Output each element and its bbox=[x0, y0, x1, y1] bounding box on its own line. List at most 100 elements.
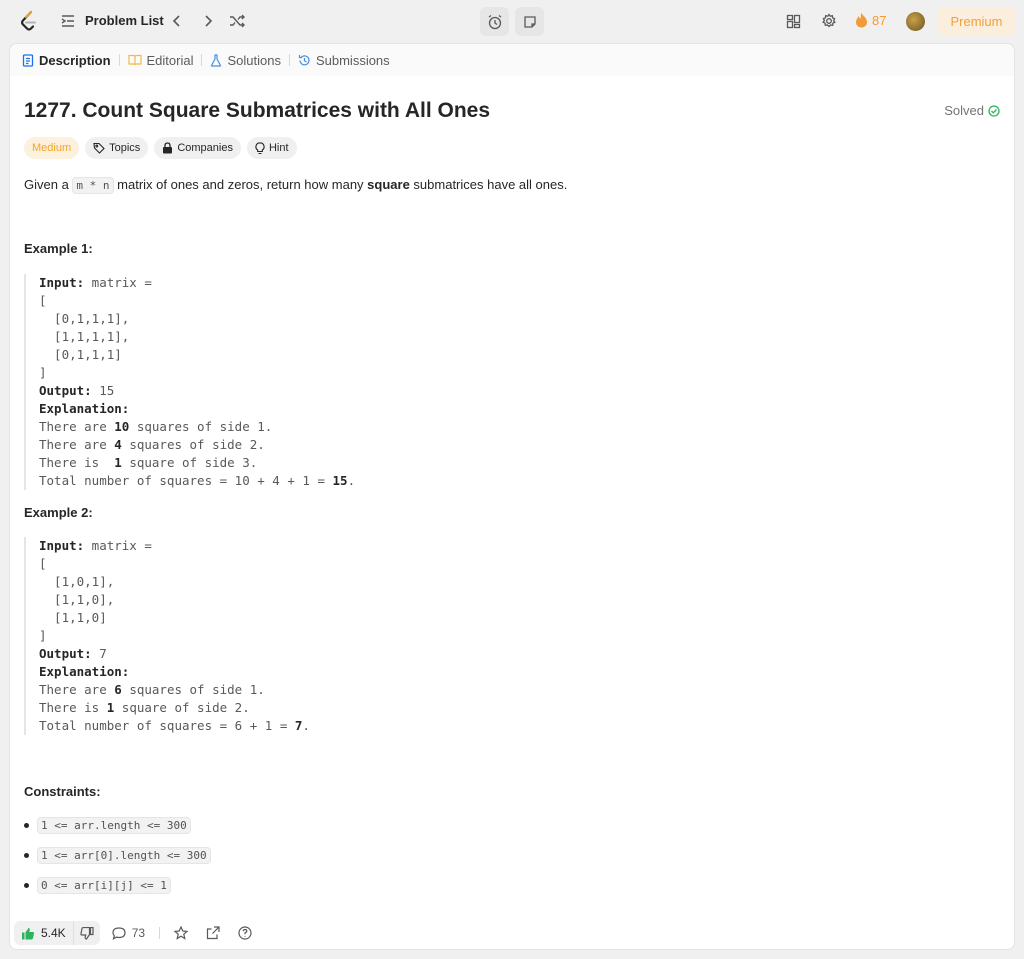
question-circle-icon bbox=[238, 926, 252, 940]
inline-code: m * n bbox=[72, 177, 114, 194]
tab-divider bbox=[201, 54, 203, 66]
tag-icon bbox=[93, 142, 105, 154]
constraint-item: 1 <= arr.length <= 300 bbox=[24, 817, 191, 834]
thumbs-up-icon bbox=[22, 927, 35, 939]
help-button[interactable] bbox=[238, 926, 252, 940]
tab-divider bbox=[118, 54, 120, 66]
solved-status: Solved bbox=[944, 103, 1000, 118]
example-2-heading: Example 2: bbox=[24, 505, 93, 520]
history-icon bbox=[298, 54, 310, 65]
matrix-line: [ bbox=[39, 293, 47, 308]
chevron-left-icon bbox=[172, 15, 180, 27]
explanation-bold: 4 bbox=[114, 437, 122, 452]
shuffle-icon bbox=[230, 14, 245, 28]
topics-tag-label: Topics bbox=[109, 142, 141, 154]
explanation-bold: 1 bbox=[114, 455, 122, 470]
bullet bbox=[24, 823, 29, 828]
random-problem-button[interactable] bbox=[227, 11, 247, 31]
hint-tag-label: Hint bbox=[268, 142, 289, 154]
explanation-text: There is bbox=[39, 455, 115, 470]
favorite-button[interactable] bbox=[174, 926, 189, 940]
tab-solutions[interactable]: Solutions bbox=[210, 44, 281, 76]
tab-solutions-label: Solutions bbox=[227, 52, 281, 68]
vote-group: 5.4K bbox=[14, 921, 100, 945]
chevron-right-icon bbox=[205, 15, 213, 27]
output-value: 7 bbox=[91, 646, 107, 661]
matrix-line: [ bbox=[39, 556, 47, 571]
tab-submissions[interactable]: Submissions bbox=[298, 44, 390, 76]
explanation-text: squares of side 1. bbox=[121, 682, 265, 697]
streak-counter[interactable]: 87 bbox=[855, 12, 886, 28]
settings-button[interactable] bbox=[820, 12, 838, 30]
problem-list-icon[interactable] bbox=[60, 13, 76, 29]
timer-button[interactable] bbox=[480, 7, 509, 36]
tab-divider bbox=[288, 54, 290, 66]
problem-tags: Medium Topics Companies Hint bbox=[24, 137, 297, 159]
explanation-bold: 10 bbox=[114, 419, 130, 434]
statement-text: Given a bbox=[24, 177, 73, 192]
comments-button[interactable]: 73 bbox=[112, 926, 145, 940]
matrix-line: [1,1,0], bbox=[39, 592, 115, 607]
external-link-icon bbox=[206, 926, 220, 940]
explanation-text: . bbox=[302, 718, 310, 733]
difficulty-badge: Medium bbox=[24, 137, 80, 159]
premium-button[interactable]: Premium bbox=[938, 7, 1015, 35]
footer-divider bbox=[159, 927, 161, 939]
panel-footer: 5.4K 73 bbox=[10, 917, 1014, 949]
thumbs-down-icon bbox=[80, 926, 94, 940]
constraint-code: 1 <= arr[0].length <= 300 bbox=[37, 847, 211, 864]
explanation-text: There are bbox=[39, 437, 115, 452]
explanation-text: There are bbox=[39, 419, 115, 434]
constraint-item: 1 <= arr[0].length <= 300 bbox=[24, 847, 211, 864]
flame-icon bbox=[856, 13, 867, 28]
tab-submissions-label: Submissions bbox=[315, 52, 390, 68]
lightbulb-icon bbox=[255, 141, 265, 154]
matrix-line: [0,1,1,1], bbox=[39, 311, 130, 326]
statement-text: submatrices have all ones. bbox=[409, 177, 568, 192]
top-navbar: Problem List 87 Premium bbox=[0, 0, 1024, 43]
next-problem-button[interactable] bbox=[198, 11, 218, 31]
layout-button[interactable] bbox=[784, 12, 802, 30]
explanation-label: Explanation: bbox=[39, 664, 130, 679]
alarm-clock-icon bbox=[488, 14, 501, 29]
statement-bold: square bbox=[367, 177, 410, 192]
share-button[interactable] bbox=[206, 926, 220, 940]
like-count: 5.4K bbox=[41, 926, 66, 940]
hint-tag[interactable]: Hint bbox=[246, 137, 297, 159]
explanation-text: square of side 2. bbox=[114, 700, 250, 715]
gear-icon bbox=[822, 13, 836, 28]
example-2-block: Input: matrix = [ [1,0,1], [1,1,0], [1,1… bbox=[24, 537, 310, 735]
previous-problem-button[interactable] bbox=[167, 11, 187, 31]
explanation-text: There are bbox=[39, 682, 115, 697]
bullet bbox=[24, 883, 29, 888]
star-icon bbox=[174, 926, 189, 940]
tab-description[interactable]: Description bbox=[22, 44, 111, 76]
book-icon bbox=[127, 54, 142, 66]
explanation-text: squares of side 1. bbox=[129, 419, 273, 434]
bullet bbox=[24, 853, 29, 858]
problem-list-link[interactable]: Problem List bbox=[85, 13, 164, 28]
user-avatar[interactable] bbox=[906, 12, 925, 31]
companies-tag[interactable]: Companies bbox=[154, 137, 241, 159]
streak-count: 87 bbox=[872, 12, 887, 28]
explanation-label: Explanation: bbox=[39, 401, 130, 416]
constraints-heading: Constraints: bbox=[24, 784, 101, 799]
dislike-button[interactable] bbox=[72, 921, 100, 945]
layout-grid-icon bbox=[786, 14, 800, 28]
leetcode-logo-icon[interactable] bbox=[18, 10, 40, 32]
topics-tag[interactable]: Topics bbox=[85, 137, 149, 159]
problem-panel: Description Editorial Solutions Submissi… bbox=[9, 43, 1015, 950]
matrix-line: ] bbox=[39, 365, 47, 380]
tab-editorial[interactable]: Editorial bbox=[127, 44, 194, 76]
explanation-text: Total number of squares = 6 + 1 = bbox=[39, 718, 295, 733]
matrix-line: [1,1,1,1], bbox=[39, 329, 130, 344]
tab-editorial-label: Editorial bbox=[146, 52, 194, 68]
statement-text: matrix of ones and zeros, return how man… bbox=[113, 177, 368, 192]
notes-button[interactable] bbox=[515, 7, 544, 36]
input-label: Input: bbox=[39, 538, 85, 553]
note-icon bbox=[523, 15, 536, 28]
document-icon bbox=[22, 53, 34, 67]
like-button[interactable]: 5.4K bbox=[14, 921, 73, 945]
input-label: Input: bbox=[39, 275, 85, 290]
matrix-line: [0,1,1,1] bbox=[39, 347, 122, 362]
